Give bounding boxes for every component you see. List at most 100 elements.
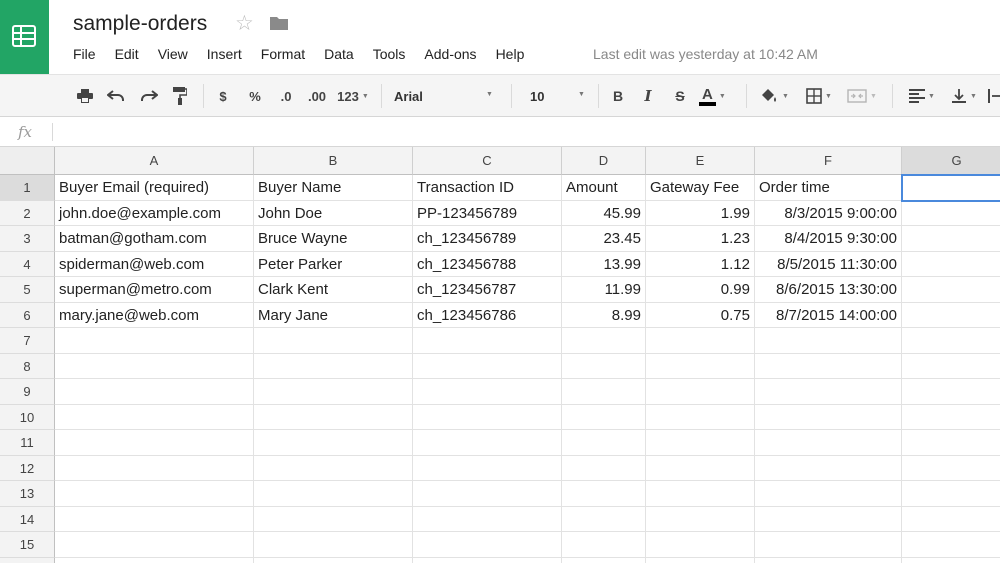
- cell-c1[interactable]: Transaction ID: [413, 175, 562, 201]
- cell-d13[interactable]: [562, 481, 646, 507]
- row-header-1[interactable]: 1: [0, 175, 55, 201]
- cell-g11[interactable]: [902, 430, 1000, 456]
- menu-insert[interactable]: Insert: [207, 46, 242, 66]
- menu-add-ons[interactable]: Add-ons: [424, 46, 476, 66]
- cell-b9[interactable]: [254, 379, 413, 405]
- undo-icon[interactable]: [104, 75, 128, 117]
- cell-f9[interactable]: [755, 379, 902, 405]
- currency-format-button[interactable]: $: [214, 75, 232, 117]
- cell-f15[interactable]: [755, 532, 902, 558]
- row-header-5[interactable]: 5: [0, 277, 55, 303]
- cell-g3[interactable]: [902, 226, 1000, 252]
- column-header-f[interactable]: F: [755, 147, 902, 175]
- cell-b6[interactable]: Mary Jane: [254, 302, 413, 328]
- cell-c14[interactable]: [413, 506, 562, 532]
- row-header-3[interactable]: 3: [0, 226, 55, 252]
- cell-d3[interactable]: 23.45: [562, 226, 646, 252]
- cell-c12[interactable]: [413, 455, 562, 481]
- cell-g14[interactable]: [902, 507, 1000, 532]
- cell-a3[interactable]: batman@gotham.com: [55, 226, 254, 252]
- column-header-d[interactable]: D: [562, 147, 646, 175]
- cell-f3[interactable]: 8/4/2015 9:30:00: [755, 226, 902, 252]
- cell-a8[interactable]: [55, 353, 254, 379]
- cell-e13[interactable]: [646, 481, 755, 507]
- text-wrap-button[interactable]: [988, 75, 1000, 117]
- font-size-dropdown[interactable]: 10 ▼: [530, 75, 590, 117]
- cell-f11[interactable]: [755, 430, 902, 456]
- more-formats-dropdown[interactable]: 123 ▼: [335, 75, 371, 117]
- menu-format[interactable]: Format: [261, 46, 305, 66]
- cell-d7[interactable]: [562, 328, 646, 354]
- vertical-align-button[interactable]: ▼: [944, 75, 984, 117]
- cell-a13[interactable]: [55, 481, 254, 507]
- cell-g6[interactable]: [902, 303, 1000, 328]
- paint-format-icon[interactable]: [170, 75, 190, 117]
- merge-cells-button[interactable]: ▼: [840, 75, 884, 117]
- cell-e7[interactable]: [646, 328, 755, 354]
- cell-a11[interactable]: [55, 430, 254, 456]
- cell-g7[interactable]: [902, 328, 1000, 354]
- cell-e14[interactable]: [646, 506, 755, 532]
- cell-g4[interactable]: [902, 252, 1000, 277]
- sheets-logo-icon[interactable]: [0, 0, 49, 74]
- cell-c6[interactable]: ch_123456786: [413, 302, 562, 328]
- font-family-dropdown[interactable]: Arial ▼: [394, 75, 500, 117]
- menu-help[interactable]: Help: [496, 46, 525, 66]
- cell-c15[interactable]: [413, 532, 562, 558]
- select-all-corner[interactable]: [0, 147, 55, 175]
- cell-g10[interactable]: [902, 405, 1000, 430]
- cell-g2[interactable]: [902, 201, 1000, 226]
- cell-a1[interactable]: Buyer Email (required): [55, 175, 254, 201]
- cell-a6[interactable]: mary.jane@web.com: [55, 302, 254, 328]
- cell-e16[interactable]: [646, 557, 755, 563]
- row-header-8[interactable]: 8: [0, 353, 55, 379]
- formula-input[interactable]: [56, 121, 956, 143]
- borders-button[interactable]: ▼: [800, 75, 838, 117]
- cell-c13[interactable]: [413, 481, 562, 507]
- cell-a5[interactable]: superman@metro.com: [55, 277, 254, 303]
- cell-d9[interactable]: [562, 379, 646, 405]
- cell-d5[interactable]: 11.99: [562, 277, 646, 303]
- cell-f12[interactable]: [755, 455, 902, 481]
- cell-g16[interactable]: [902, 558, 1000, 563]
- cell-e8[interactable]: [646, 353, 755, 379]
- row-header-4[interactable]: 4: [0, 251, 55, 277]
- menu-file[interactable]: File: [73, 46, 96, 66]
- cell-e2[interactable]: 1.99: [646, 200, 755, 226]
- cell-b12[interactable]: [254, 455, 413, 481]
- cell-c10[interactable]: [413, 404, 562, 430]
- cell-b3[interactable]: Bruce Wayne: [254, 226, 413, 252]
- fill-color-button[interactable]: ▼: [756, 75, 792, 117]
- cell-d2[interactable]: 45.99: [562, 200, 646, 226]
- row-header-16[interactable]: 16: [0, 557, 55, 563]
- cell-a7[interactable]: [55, 328, 254, 354]
- cell-f13[interactable]: [755, 481, 902, 507]
- increase-decimals-button[interactable]: .00: [305, 75, 329, 117]
- cell-a14[interactable]: [55, 506, 254, 532]
- cell-f2[interactable]: 8/3/2015 9:00:00: [755, 200, 902, 226]
- cell-g1[interactable]: [902, 175, 1000, 201]
- horizontal-align-button[interactable]: ▼: [902, 75, 942, 117]
- row-header-11[interactable]: 11: [0, 430, 55, 456]
- cell-b8[interactable]: [254, 353, 413, 379]
- cell-e15[interactable]: [646, 532, 755, 558]
- cell-b4[interactable]: Peter Parker: [254, 251, 413, 277]
- cell-c8[interactable]: [413, 353, 562, 379]
- cell-e9[interactable]: [646, 379, 755, 405]
- cell-e11[interactable]: [646, 430, 755, 456]
- row-header-7[interactable]: 7: [0, 328, 55, 354]
- cell-g9[interactable]: [902, 379, 1000, 405]
- italic-button[interactable]: I: [639, 75, 657, 117]
- cell-b1[interactable]: Buyer Name: [254, 175, 413, 201]
- cell-c5[interactable]: ch_123456787: [413, 277, 562, 303]
- column-header-g[interactable]: G: [902, 147, 1000, 175]
- column-header-a[interactable]: A: [55, 147, 254, 175]
- text-color-button[interactable]: A ▼: [699, 75, 739, 117]
- cell-e6[interactable]: 0.75: [646, 302, 755, 328]
- cell-f10[interactable]: [755, 404, 902, 430]
- cell-b13[interactable]: [254, 481, 413, 507]
- cell-d16[interactable]: [562, 557, 646, 563]
- print-icon[interactable]: [74, 75, 96, 117]
- cell-a2[interactable]: john.doe@example.com: [55, 200, 254, 226]
- cell-b14[interactable]: [254, 506, 413, 532]
